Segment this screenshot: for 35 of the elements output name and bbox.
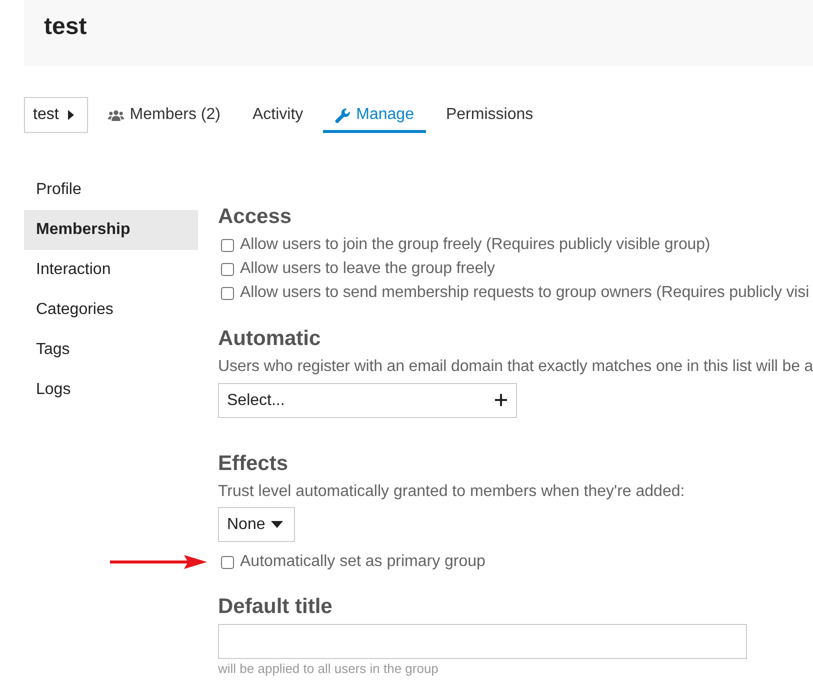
- trust-level-dropdown[interactable]: None: [218, 507, 296, 542]
- section-heading: Effects: [218, 451, 288, 477]
- checkbox-label: Allow users to send membership requests to group owners (Requires publicly visi: [240, 284, 810, 302]
- sidebar-item[interactable]: Membership: [24, 210, 198, 250]
- sidebar-item[interactable]: Interaction: [24, 250, 198, 290]
- field-hint: will be applied to all users in the group: [218, 661, 438, 677]
- section-heading: Automatic: [218, 326, 321, 352]
- nav-tab[interactable]: Members (2): [96, 97, 232, 133]
- checkbox-label: Automatically set as primary group: [240, 553, 486, 571]
- checkbox[interactable]: [221, 238, 234, 252]
- sidebar-item[interactable]: Tags: [24, 330, 198, 370]
- sidebar-item[interactable]: Profile: [24, 170, 198, 210]
- sidebar-item[interactable]: Logs: [24, 370, 198, 410]
- section-heading: Access: [218, 204, 292, 230]
- sidebar-item[interactable]: Categories: [24, 290, 198, 330]
- nav-tab[interactable]: Manage: [323, 97, 426, 133]
- checkbox[interactable]: [221, 262, 234, 276]
- group-menu-button[interactable]: test: [24, 97, 88, 133]
- users-icon: [108, 110, 124, 120]
- group-title: test: [44, 13, 87, 41]
- section-description: Users who register with an email domain that exactly matches one in this list will be a: [218, 357, 813, 377]
- section-description: Trust level automatically granted to members when they're added:: [218, 482, 685, 502]
- caret-icon: [271, 521, 284, 528]
- checkbox[interactable]: [221, 286, 234, 300]
- plus-icon: [495, 394, 507, 406]
- nav-tab[interactable]: Activity: [240, 97, 316, 133]
- default-title-input[interactable]: [218, 624, 747, 659]
- nav-tab[interactable]: Permissions: [434, 97, 546, 133]
- caret-icon: [68, 110, 74, 120]
- wrench-icon: [335, 108, 350, 122]
- section-heading: Default title: [218, 594, 332, 620]
- checkbox-label: Allow users to join the group freely (Requires publicly visible group): [240, 236, 710, 254]
- checkbox-label: Allow users to leave the group freely: [240, 260, 495, 278]
- checkbox[interactable]: [221, 556, 234, 568]
- email-domain-select[interactable]: Select...: [218, 383, 517, 418]
